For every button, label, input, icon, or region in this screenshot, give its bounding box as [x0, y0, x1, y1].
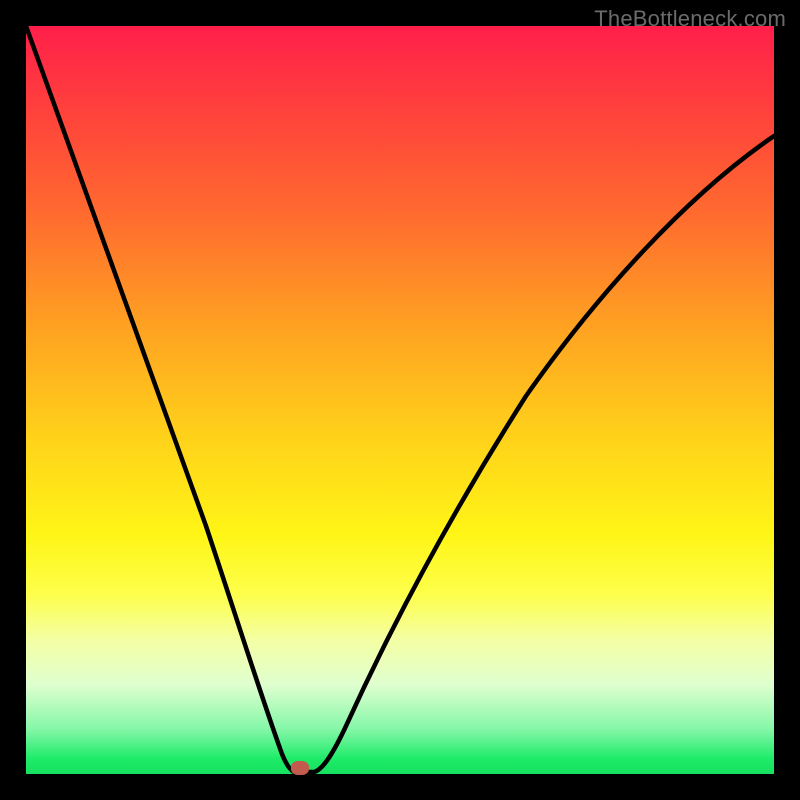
- curve-path: [26, 26, 774, 772]
- watermark-text: TheBottleneck.com: [594, 6, 786, 32]
- chart-frame: TheBottleneck.com: [0, 0, 800, 800]
- plot-area: [26, 26, 774, 774]
- optimum-marker: [291, 761, 309, 775]
- bottleneck-curve: [26, 26, 774, 774]
